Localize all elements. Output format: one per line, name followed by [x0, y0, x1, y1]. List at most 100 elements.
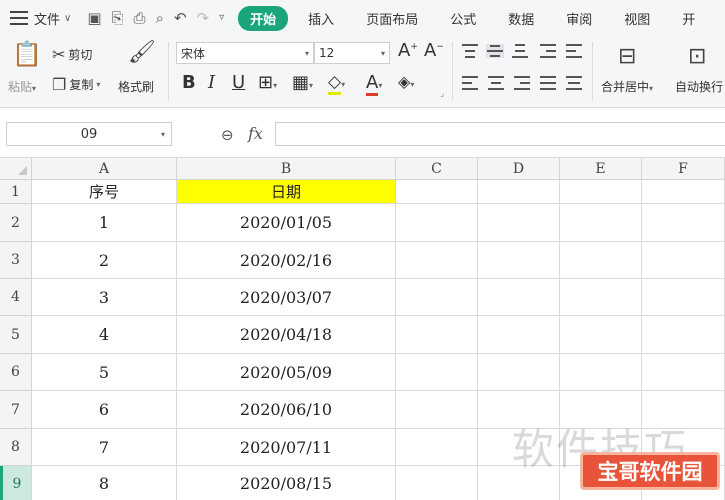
row-header-4[interactable]: 4: [0, 279, 32, 316]
cut-button[interactable]: ✂ 剪切: [52, 46, 92, 63]
clear-format-icon[interactable]: ◈▾: [398, 74, 414, 90]
cell-d4[interactable]: [478, 279, 560, 316]
italic-icon[interactable]: I: [208, 74, 215, 92]
cell-c4[interactable]: [396, 279, 478, 316]
decrease-indent-icon[interactable]: [540, 44, 556, 58]
cell-b5[interactable]: 2020/04/18: [177, 316, 396, 354]
row-header-6[interactable]: 6: [0, 354, 32, 391]
cell-b7[interactable]: 2020/06/10: [177, 391, 396, 429]
tab-view[interactable]: 视图: [608, 9, 666, 28]
cell-f2[interactable]: [642, 204, 725, 242]
redo-icon[interactable]: ↷: [197, 10, 210, 26]
cell-a8[interactable]: 7: [32, 429, 177, 466]
row-header-3[interactable]: 3: [0, 242, 32, 279]
menu-icon[interactable]: [10, 11, 28, 25]
row-header-2[interactable]: 2: [0, 204, 32, 242]
increase-font-size-icon[interactable]: A+: [398, 42, 418, 60]
cell-d1[interactable]: [478, 180, 560, 204]
tab-developer[interactable]: 开: [666, 9, 695, 28]
cell-b9[interactable]: 2020/08/15: [177, 466, 396, 500]
cell-a2[interactable]: 1: [32, 204, 177, 242]
align-middle-icon[interactable]: [486, 44, 504, 58]
cell-c9[interactable]: [396, 466, 478, 500]
cell-f6[interactable]: [642, 354, 725, 391]
cell-f1[interactable]: [642, 180, 725, 204]
cell-d2[interactable]: [478, 204, 560, 242]
cell-e5[interactable]: [560, 316, 642, 354]
cell-a1[interactable]: 序号: [32, 180, 177, 204]
row-header-1[interactable]: 1: [0, 180, 32, 204]
align-center-icon[interactable]: [488, 76, 504, 90]
tab-review[interactable]: 审阅: [550, 9, 608, 28]
merge-center-button[interactable]: 合并居中▾: [601, 78, 653, 95]
bold-icon[interactable]: B: [182, 74, 196, 92]
cell-e2[interactable]: [560, 204, 642, 242]
column-header-c[interactable]: C: [396, 158, 478, 180]
column-header-b[interactable]: B: [177, 158, 396, 180]
zoom-icon[interactable]: ⊖: [221, 126, 234, 144]
cell-c1[interactable]: [396, 180, 478, 204]
format-painter-button[interactable]: 格式刷: [118, 78, 154, 95]
cell-e4[interactable]: [560, 279, 642, 316]
align-top-icon[interactable]: [462, 44, 478, 58]
justify-icon[interactable]: [540, 76, 556, 90]
print-preview-icon[interactable]: ⌕: [156, 10, 164, 26]
underline-icon[interactable]: U: [232, 74, 245, 92]
column-header-d[interactable]: D: [478, 158, 560, 180]
cell-c6[interactable]: [396, 354, 478, 391]
increase-indent-icon[interactable]: [566, 44, 582, 58]
row-header-8[interactable]: 8: [0, 429, 32, 466]
cell-b4[interactable]: 2020/03/07: [177, 279, 396, 316]
cell-d3[interactable]: [478, 242, 560, 279]
save-icon[interactable]: ▣: [87, 10, 101, 26]
export-icon[interactable]: ⎘: [112, 10, 124, 26]
cell-f5[interactable]: [642, 316, 725, 354]
fill-color-icon[interactable]: ◇▾: [328, 72, 345, 95]
paste-button[interactable]: 📋: [12, 42, 42, 66]
cell-e1[interactable]: [560, 180, 642, 204]
formula-input[interactable]: [275, 122, 725, 146]
wrap-text-button[interactable]: 自动换行: [675, 78, 723, 95]
cell-a9[interactable]: 8: [32, 466, 177, 500]
customize-chevron-icon[interactable]: ▿: [219, 13, 224, 23]
column-header-e[interactable]: E: [560, 158, 642, 180]
decrease-font-size-icon[interactable]: A−: [424, 42, 444, 60]
tab-data[interactable]: 数据: [492, 9, 550, 28]
cell-d5[interactable]: [478, 316, 560, 354]
cell-a7[interactable]: 6: [32, 391, 177, 429]
chevron-down-icon[interactable]: ∨: [64, 13, 71, 24]
cell-a6[interactable]: 5: [32, 354, 177, 391]
font-name-select[interactable]: 宋体 ▾: [176, 42, 314, 64]
tab-home[interactable]: 开始: [238, 5, 289, 31]
cell-a4[interactable]: 3: [32, 279, 177, 316]
cell-a5[interactable]: 4: [32, 316, 177, 354]
print-icon[interactable]: ⎙: [134, 10, 146, 26]
cell-d6[interactable]: [478, 354, 560, 391]
font-color-icon[interactable]: A▾: [366, 72, 382, 96]
row-header-7[interactable]: 7: [0, 391, 32, 429]
cell-c2[interactable]: [396, 204, 478, 242]
column-header-f[interactable]: F: [642, 158, 725, 180]
column-header-a[interactable]: A: [32, 158, 177, 180]
cell-e6[interactable]: [560, 354, 642, 391]
cell-f3[interactable]: [642, 242, 725, 279]
format-painter-icon[interactable]: 🖌: [128, 40, 156, 65]
row-header-5[interactable]: 5: [0, 316, 32, 354]
font-dialog-launcher-icon[interactable]: ⌟: [440, 90, 444, 99]
borders-icon[interactable]: ⊞▾: [258, 74, 277, 92]
undo-icon[interactable]: ↶: [174, 10, 187, 26]
cell-c7[interactable]: [396, 391, 478, 429]
cell-b3[interactable]: 2020/02/16: [177, 242, 396, 279]
align-bottom-icon[interactable]: [512, 44, 528, 58]
cell-c5[interactable]: [396, 316, 478, 354]
cell-f4[interactable]: [642, 279, 725, 316]
cell-a3[interactable]: 2: [32, 242, 177, 279]
cell-b2[interactable]: 2020/01/05: [177, 204, 396, 242]
cell-b6[interactable]: 2020/05/09: [177, 354, 396, 391]
copy-button[interactable]: ❐ 复制 ▾: [52, 76, 100, 93]
select-all-corner[interactable]: [0, 158, 32, 180]
distributed-align-icon[interactable]: [566, 76, 582, 90]
cell-b8[interactable]: 2020/07/11: [177, 429, 396, 466]
cell-style-icon[interactable]: ▦▾: [292, 74, 313, 92]
align-left-icon[interactable]: [462, 76, 478, 90]
